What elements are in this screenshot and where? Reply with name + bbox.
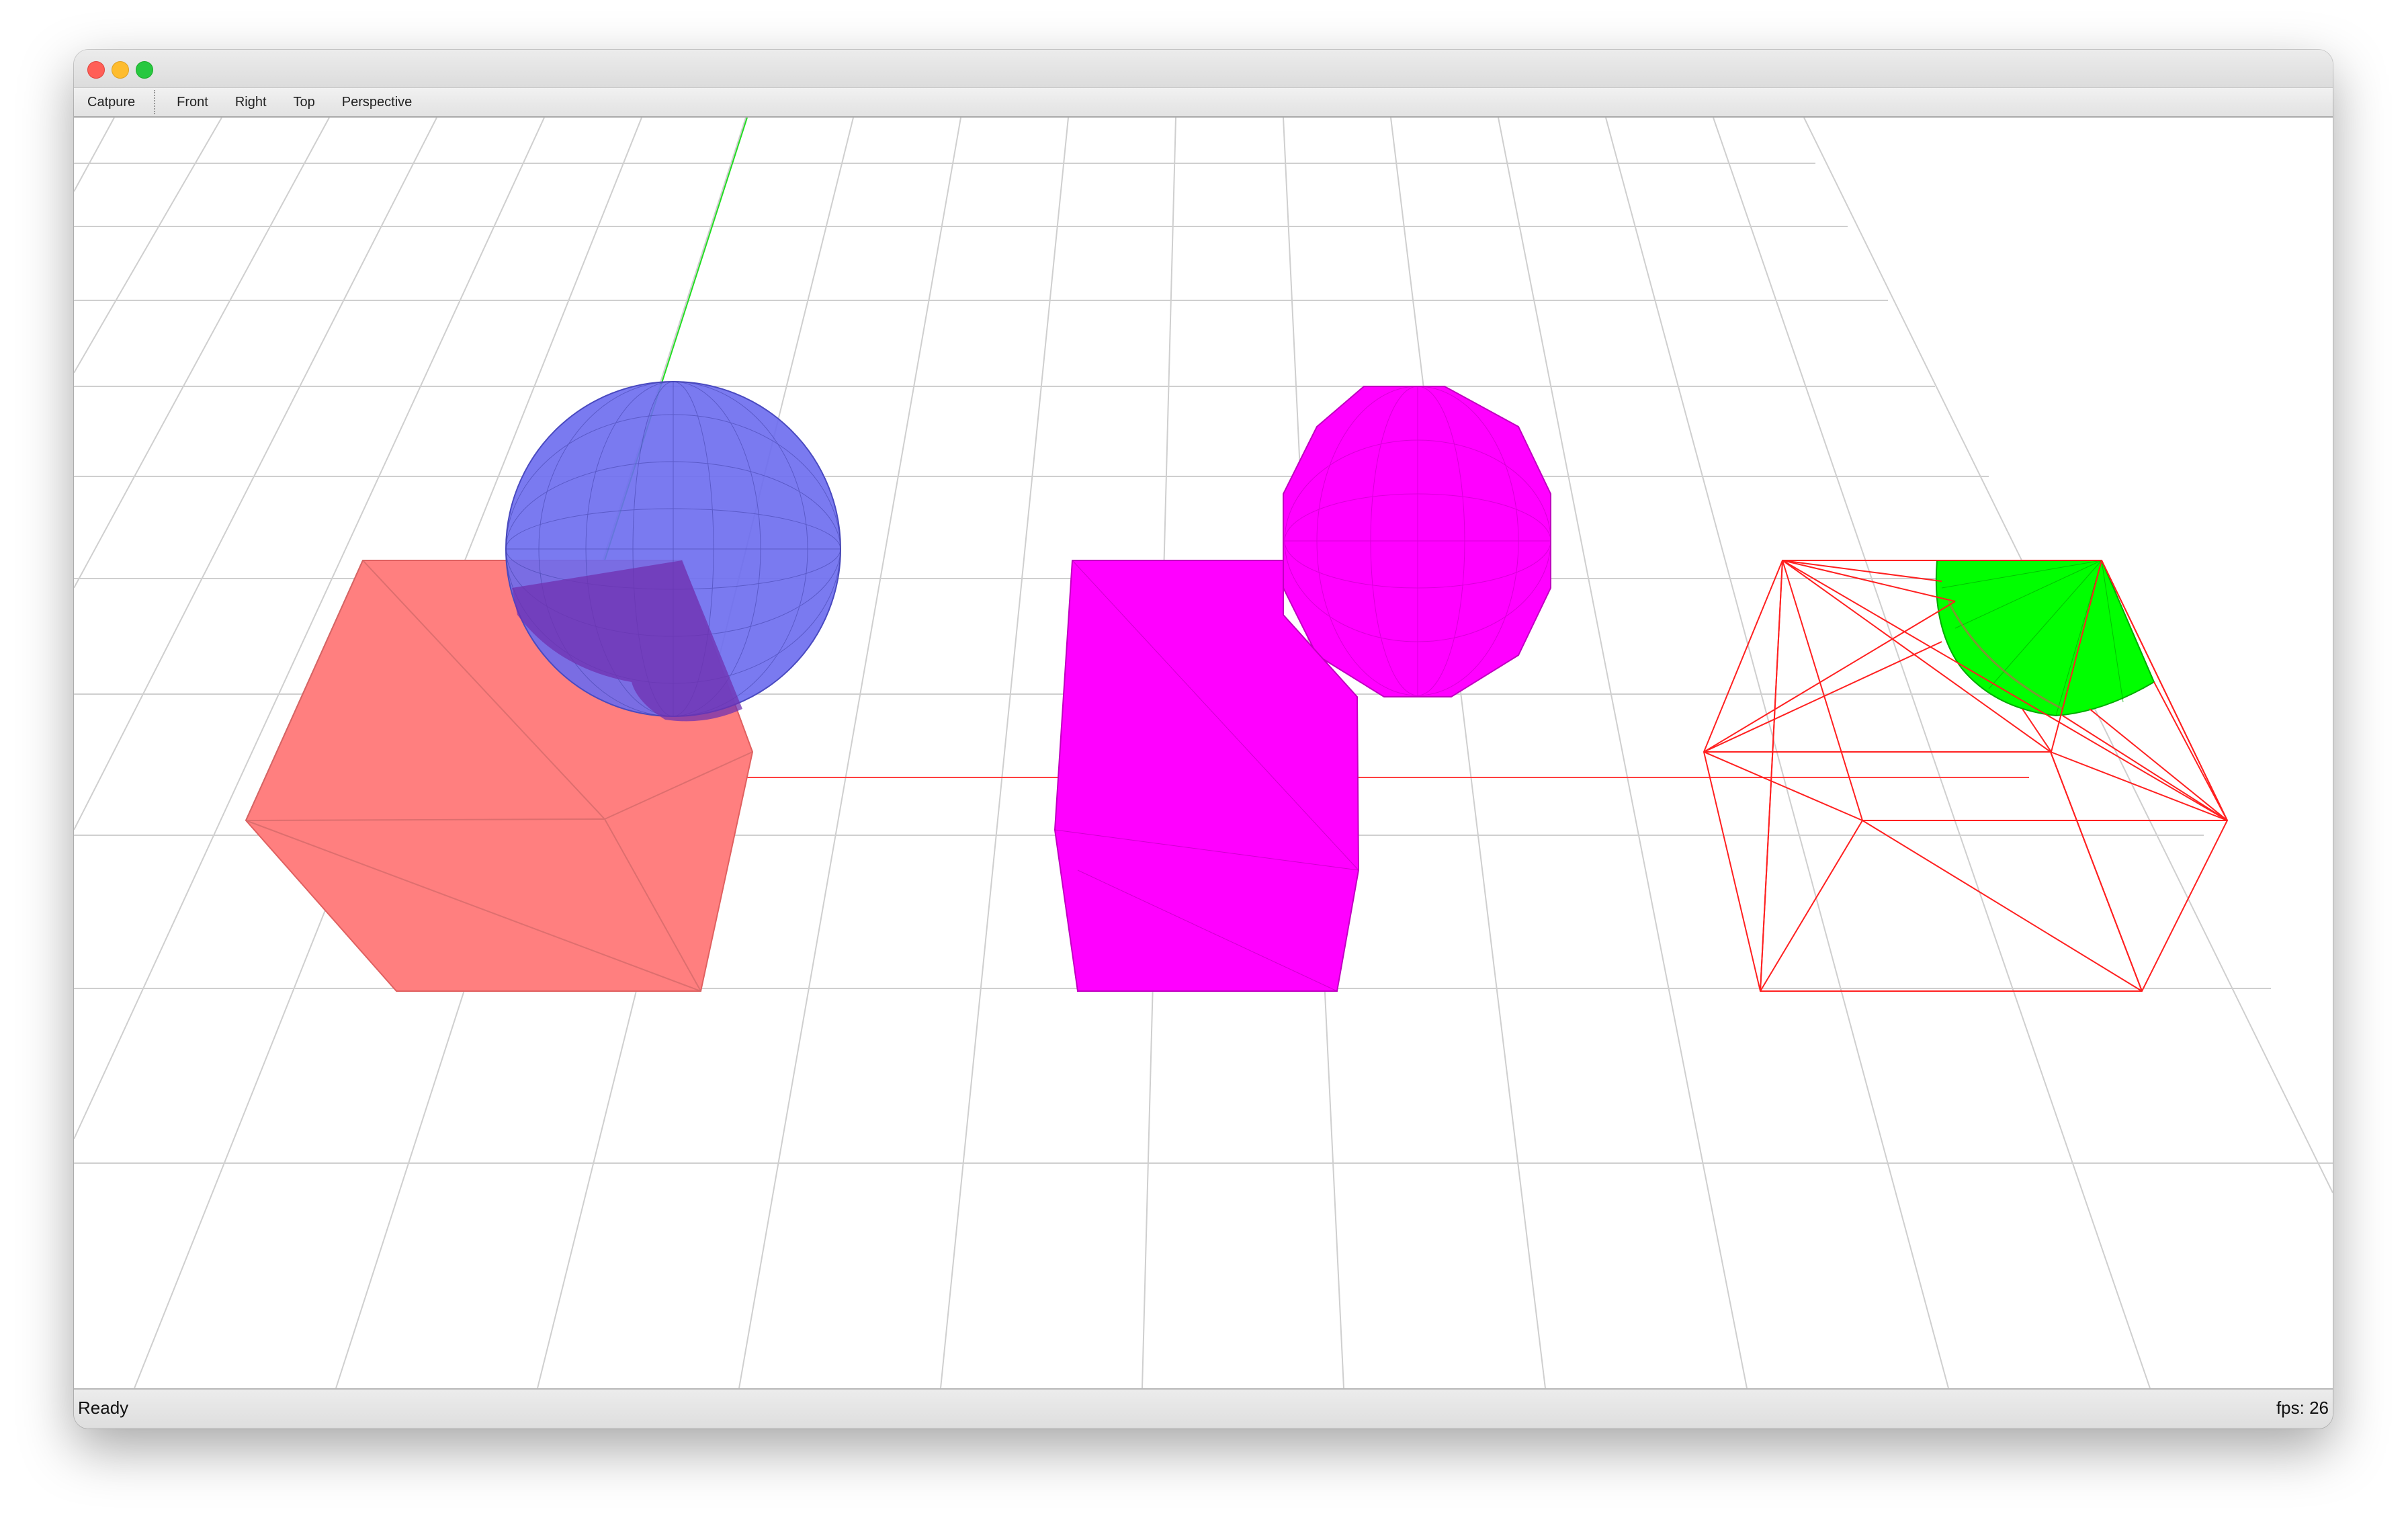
fps-counter: fps: 26 — [2276, 1398, 2329, 1418]
solid-sphere[interactable] — [1283, 386, 1551, 697]
close-window-button[interactable] — [87, 61, 105, 79]
status-message: Ready — [78, 1398, 129, 1418]
scene-canvas[interactable] — [74, 118, 2333, 1388]
app-window: Catpure Front Right Top Perspective Read… — [74, 50, 2333, 1429]
top-view-button[interactable]: Top — [280, 88, 329, 116]
right-view-button[interactable]: Right — [222, 88, 280, 116]
minimize-window-button[interactable] — [112, 61, 129, 79]
capture-button[interactable]: Catpure — [74, 88, 148, 116]
toolbar: Catpure Front Right Top Perspective — [74, 88, 2333, 118]
green-sphere[interactable] — [1935, 560, 2155, 717]
toolbar-separator — [154, 90, 156, 114]
status-bar: Ready fps: 26 — [74, 1388, 2333, 1429]
title-bar — [74, 50, 2333, 88]
perspective-view-button[interactable]: Perspective — [329, 88, 426, 116]
zoom-window-button[interactable] — [136, 61, 153, 79]
3d-viewport[interactable] — [74, 118, 2333, 1388]
front-view-button[interactable]: Front — [163, 88, 222, 116]
